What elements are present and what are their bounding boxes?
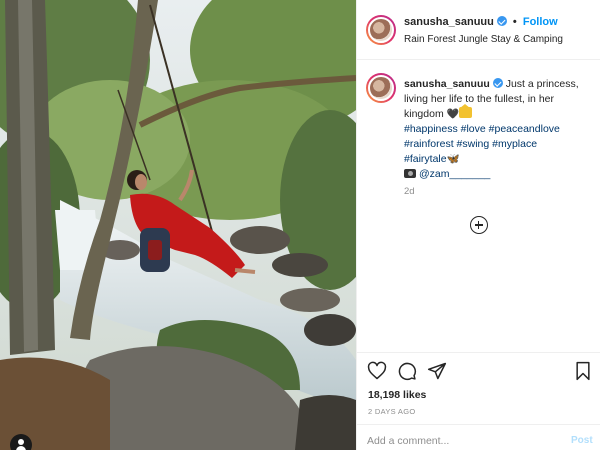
speech-bubble-icon bbox=[398, 362, 417, 381]
author-username-link[interactable]: sanusha_sanuuu bbox=[404, 16, 494, 28]
photo-credit-mention[interactable]: @zam_______ bbox=[419, 168, 490, 180]
follow-button[interactable]: Follow bbox=[523, 16, 558, 28]
caption-text: sanusha_sanuuu Just a princess, living h… bbox=[404, 77, 594, 182]
location-link[interactable]: Rain Forest Jungle Stay & Camping bbox=[404, 34, 563, 45]
add-comment-bar: Post bbox=[357, 424, 600, 450]
bookmark-icon bbox=[576, 361, 590, 381]
post-header: sanusha_sanuuu • Follow Rain Forest Jung… bbox=[357, 0, 600, 60]
post-details-panel: sanusha_sanuuu • Follow Rain Forest Jung… bbox=[356, 0, 600, 450]
comment-input[interactable] bbox=[367, 433, 547, 449]
caption-username-link[interactable]: sanusha_sanuuu bbox=[404, 78, 490, 90]
caption-avatar[interactable] bbox=[366, 73, 396, 103]
like-button[interactable] bbox=[367, 361, 387, 381]
plus-circle-icon[interactable] bbox=[470, 216, 488, 234]
caption-timestamp[interactable]: 2d bbox=[404, 186, 415, 197]
verified-badge-icon bbox=[496, 16, 507, 26]
verified-badge-icon bbox=[492, 78, 503, 88]
separator-dot: • bbox=[512, 16, 517, 28]
heart-outline-icon bbox=[367, 361, 387, 380]
comment-button[interactable] bbox=[397, 361, 417, 381]
share-button[interactable] bbox=[427, 361, 447, 381]
hashtags-line[interactable]: #rainforest #swing #myplace bbox=[404, 138, 537, 150]
forest-swing-photo bbox=[0, 0, 356, 450]
caption-section: sanusha_sanuuu Just a princess, living h… bbox=[357, 61, 600, 351]
butterfly-emoji: 🦋 bbox=[446, 153, 460, 165]
action-bar: 18,198 likes 2 DAYS AGO bbox=[357, 352, 600, 424]
hashtags-line[interactable]: #fairytale bbox=[404, 153, 447, 165]
post-photo[interactable] bbox=[0, 0, 356, 450]
like-count[interactable]: 18,198 likes bbox=[368, 389, 426, 401]
header-user-line: sanusha_sanuuu • Follow bbox=[404, 16, 558, 28]
save-button[interactable] bbox=[573, 361, 593, 381]
camera-emoji-icon bbox=[404, 169, 416, 178]
paper-plane-icon bbox=[427, 362, 447, 380]
post-comment-button[interactable]: Post bbox=[571, 435, 593, 446]
post-date: 2 DAYS AGO bbox=[368, 407, 416, 416]
avatar[interactable] bbox=[366, 15, 396, 45]
user-tag-icon[interactable] bbox=[10, 434, 32, 450]
hashtags-line[interactable]: #happiness #love #peaceandlove bbox=[404, 123, 560, 135]
crown-emoji-icon bbox=[459, 104, 473, 118]
black-heart-emoji: 🖤 bbox=[446, 109, 460, 120]
